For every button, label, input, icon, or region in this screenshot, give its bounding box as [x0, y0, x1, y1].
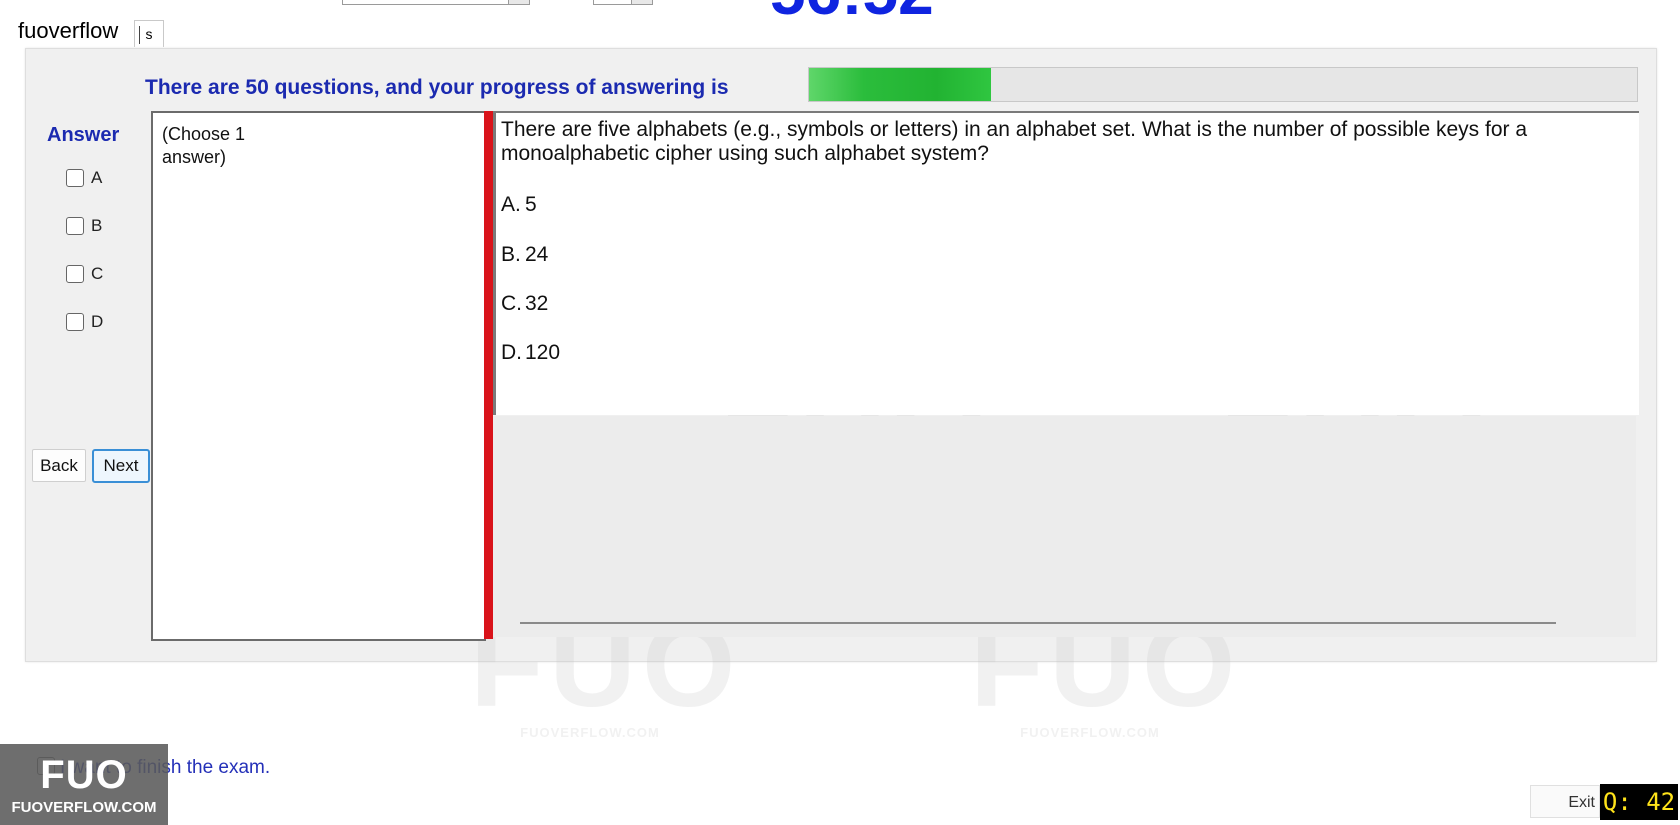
option-label: C: [91, 264, 104, 283]
answer-option-b[interactable]: B: [66, 216, 102, 236]
exam-timer: 56:52: [770, 0, 990, 18]
splitter-bar[interactable]: [484, 111, 493, 639]
checkbox[interactable]: [66, 265, 84, 283]
choice-b: B. 24: [501, 243, 548, 267]
choice-value: 120: [525, 341, 561, 364]
option-label: B: [91, 216, 103, 235]
tab-label: s: [145, 26, 153, 42]
choice-value: 24: [525, 243, 549, 266]
checkbox[interactable]: [66, 313, 84, 331]
choose-instruction: (Choose 1 answer): [162, 124, 246, 167]
option-label: D: [91, 312, 104, 331]
instruction-panel: [151, 111, 486, 641]
choice-d: D. 120: [501, 341, 560, 365]
top-small-combo[interactable]: [593, 0, 653, 5]
answer-option-d[interactable]: D: [66, 312, 103, 332]
small-combo-button[interactable]: [631, 0, 652, 4]
answer-option-a[interactable]: A: [66, 168, 102, 188]
progress-bar: [808, 67, 1638, 102]
choice-letter: C.: [501, 292, 522, 315]
answer-title: Answer: [47, 124, 120, 146]
choice-letter: B.: [501, 243, 521, 266]
exit-button[interactable]: Exit: [1530, 785, 1600, 818]
choice-letter: D.: [501, 341, 522, 364]
option-label: A: [91, 168, 103, 187]
answer-option-c[interactable]: C: [66, 264, 103, 284]
top-combo-box[interactable]: [342, 0, 530, 5]
logo-text: FUOVERFLOW.COM: [11, 799, 157, 816]
horizontal-scrollbar[interactable]: [520, 622, 1556, 624]
brand-label: fuoverflow: [18, 18, 119, 43]
image-area: [493, 416, 1636, 637]
progress-label: There are 50 questions, and your progres…: [145, 76, 729, 99]
choice-value: 5: [525, 193, 537, 216]
fuoverflow-logo: FUO FUOVERFLOW.COM: [0, 744, 168, 825]
progress-fill: [809, 68, 992, 101]
checkbox[interactable]: [66, 217, 84, 235]
watermark-text: FUOVERFLOW.COM: [1020, 725, 1160, 740]
choice-a: A. 5: [501, 193, 537, 217]
choice-c: C. 32: [501, 292, 548, 316]
logo-mark: FUO: [40, 753, 128, 797]
question-counter: Q: 42: [1600, 784, 1678, 820]
next-button[interactable]: Next: [92, 449, 150, 483]
checkbox[interactable]: [66, 169, 84, 187]
watermark-text: FUOVERFLOW.COM: [520, 725, 660, 740]
choice-value: 32: [525, 292, 549, 315]
back-button[interactable]: Back: [32, 449, 86, 482]
combo-dropdown-button[interactable]: [508, 0, 529, 4]
text-cursor: [139, 26, 140, 44]
choice-letter: A.: [501, 193, 521, 216]
question-text: There are five alphabets (e.g., symbols …: [501, 118, 1528, 165]
